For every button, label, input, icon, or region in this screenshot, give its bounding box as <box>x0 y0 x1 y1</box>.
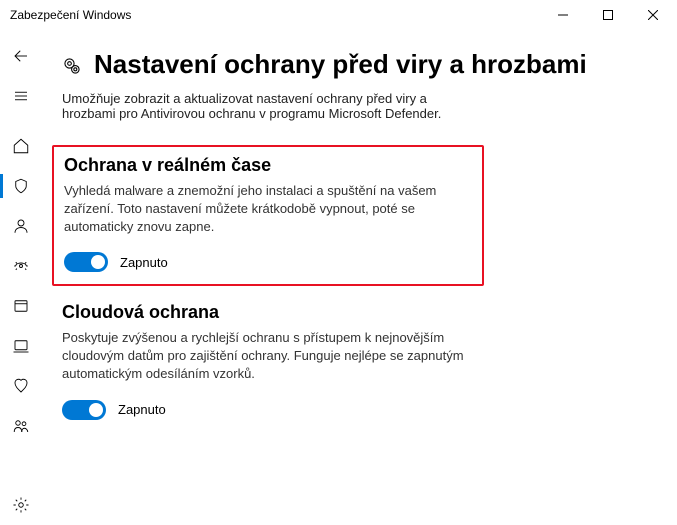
sidebar-item-device-performance[interactable] <box>0 366 42 406</box>
content-pane: Nastavení ochrany před viry a hrozbami U… <box>42 30 677 525</box>
toggle-label: Zapnuto <box>120 255 168 270</box>
toggle-label: Zapnuto <box>118 402 166 417</box>
section-description: Poskytuje zvýšenou a rychlejší ochranu s… <box>62 329 482 384</box>
menu-button[interactable] <box>0 76 42 116</box>
close-button[interactable] <box>630 0 675 30</box>
page-description: Umožňuje zobrazit a aktualizovat nastave… <box>62 91 482 121</box>
sidebar-item-account[interactable] <box>0 206 42 246</box>
section-title: Ochrana v reálném čase <box>64 155 472 176</box>
sidebar-item-virus-protection[interactable] <box>0 166 42 206</box>
back-button[interactable] <box>0 36 42 76</box>
sidebar-item-app-browser[interactable] <box>0 286 42 326</box>
section-title: Cloudová ochrana <box>62 302 482 323</box>
window-title: Zabezpečení Windows <box>10 8 540 22</box>
section-realtime-protection: Ochrana v reálném čase Vyhledá malware a… <box>52 145 484 287</box>
section-cloud-protection: Cloudová ochrana Poskytuje zvýšenou a ry… <box>62 302 482 434</box>
sidebar-item-settings[interactable] <box>0 485 42 525</box>
sidebar-item-firewall[interactable] <box>0 246 42 286</box>
section-description: Vyhledá malware a znemožní jeho instalac… <box>64 182 472 237</box>
titlebar: Zabezpečení Windows <box>0 0 677 30</box>
realtime-toggle[interactable] <box>64 252 108 272</box>
sidebar <box>0 30 42 525</box>
sidebar-item-family[interactable] <box>0 406 42 446</box>
sidebar-item-home[interactable] <box>0 126 42 166</box>
page-title: Nastavení ochrany před viry a hrozbami <box>94 48 587 81</box>
minimize-button[interactable] <box>540 0 585 30</box>
maximize-button[interactable] <box>585 0 630 30</box>
gear-icon <box>62 56 82 79</box>
cloud-toggle[interactable] <box>62 400 106 420</box>
sidebar-item-device-security[interactable] <box>0 326 42 366</box>
